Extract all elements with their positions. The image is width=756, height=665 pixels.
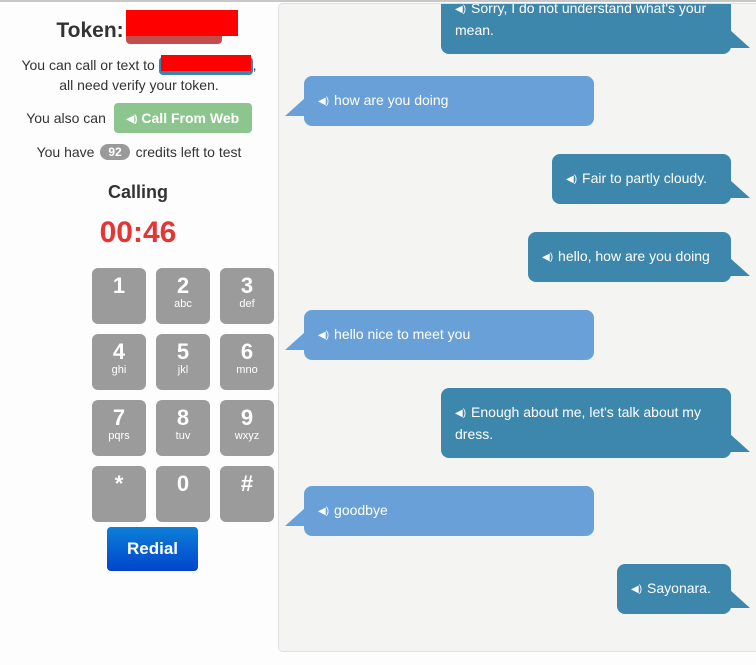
- keypad-key-8[interactable]: 8 tuv: [156, 400, 210, 456]
- speaker-icon[interactable]: ◀): [318, 96, 329, 107]
- message-text: Fair to partly cloudy.: [582, 170, 708, 186]
- bot-message: ◀) Enough about me, let's talk about my d…: [441, 388, 750, 458]
- user-message: ◀) goodbye: [285, 486, 594, 536]
- keypad-key-2[interactable]: 2 abc: [156, 268, 210, 324]
- bubble-tail: [730, 180, 750, 198]
- chat-transcript[interactable]: ◀) Sorry, I do not understand what's your…: [278, 3, 756, 652]
- key-letters: tuv: [175, 430, 191, 442]
- key-letters: ghi: [111, 364, 127, 376]
- credits-row: You have 92 credits left to test: [36, 144, 242, 160]
- bubble-tail: [285, 332, 305, 350]
- key-digit: 9: [240, 405, 254, 430]
- speaker-icon[interactable]: ◀): [542, 252, 553, 263]
- key-letters: mno: [236, 364, 258, 376]
- key-digit: 0: [176, 471, 190, 496]
- keypad-key-7[interactable]: 7 pqrs: [92, 400, 146, 456]
- token-label: Token:: [56, 19, 124, 42]
- key-letters: pqrs: [108, 430, 130, 442]
- call-status: Calling: [107, 182, 168, 202]
- speaker-icon[interactable]: ◀): [631, 584, 642, 595]
- bubble-tail: [285, 98, 305, 116]
- bubble-tail: [730, 590, 750, 608]
- user-message: ◀) how are you doing: [285, 76, 594, 126]
- keypad-key-star[interactable]: *: [92, 466, 146, 522]
- speaker-icon[interactable]: ◀): [455, 408, 466, 419]
- redial-button[interactable]: Redial: [107, 527, 198, 571]
- keypad-key-9[interactable]: 9 wxyz: [220, 400, 274, 456]
- key-letters: abc: [174, 298, 192, 310]
- keypad-key-0[interactable]: 0: [156, 466, 210, 522]
- speaker-icon[interactable]: ◀): [566, 174, 577, 185]
- key-digit: 1: [112, 273, 126, 298]
- keypad-key-hash[interactable]: #: [220, 466, 274, 522]
- keypad-key-1[interactable]: 1: [92, 268, 146, 324]
- bot-message: ◀) hello, how are you doing: [528, 232, 750, 282]
- message-text: Sorry, I do not understand what's your m…: [455, 3, 707, 38]
- bubble-tail: [730, 434, 750, 452]
- key-letters: wxyz: [234, 430, 260, 442]
- key-digit: 4: [112, 339, 126, 364]
- key-digit: 5: [176, 339, 190, 364]
- key-digit: 3: [240, 273, 254, 298]
- bubble-tail: [730, 30, 750, 48]
- phone-number-badge: [158, 55, 253, 76]
- token-badge: [125, 10, 238, 46]
- call-timer: 00:46: [99, 216, 177, 249]
- bot-message: ◀) Fair to partly cloudy.: [552, 154, 750, 204]
- message-text: goodbye: [334, 502, 388, 518]
- redacted-phone: [160, 55, 251, 72]
- speaker-icon[interactable]: ◀): [318, 330, 329, 341]
- message-text: Sayonara.: [647, 580, 711, 596]
- call-panel: Token: You can call or text to , all nee…: [0, 0, 278, 665]
- keypad-key-4[interactable]: 4 ghi: [92, 334, 146, 390]
- key-digit: 8: [176, 405, 190, 430]
- token-row: Token:: [0, 10, 278, 46]
- key-letters: jkl: [177, 364, 189, 376]
- user-message: ◀) hello nice to meet you: [285, 310, 594, 360]
- message-text: Enough about me, let's talk about my dre…: [455, 404, 701, 442]
- call-from-web-button[interactable]: ◀) Call From Web: [113, 103, 252, 133]
- keypad-key-3[interactable]: 3 def: [220, 268, 274, 324]
- speaker-icon[interactable]: ◀): [455, 4, 466, 15]
- key-digit: 6: [240, 339, 254, 364]
- speaker-icon: ◀): [126, 114, 138, 125]
- bubble-tail: [285, 508, 305, 526]
- key-digit: *: [114, 471, 124, 496]
- keypad-key-5[interactable]: 5 jkl: [156, 334, 210, 390]
- key-digit: 2: [176, 273, 190, 298]
- message-text: hello nice to meet you: [334, 326, 471, 342]
- key-letters: def: [239, 298, 255, 310]
- bot-message: ◀) Sayonara.: [617, 564, 750, 614]
- call-from-web-row: You also can ◀) Call From Web: [0, 103, 278, 133]
- key-digit: 7: [112, 405, 126, 430]
- bot-message: ◀) Sorry, I do not understand what's your…: [441, 3, 750, 54]
- call-instructions: You can call or text to , all need verif…: [21, 55, 257, 94]
- message-text: how are you doing: [334, 92, 449, 108]
- speaker-icon[interactable]: ◀): [318, 506, 329, 517]
- bubble-tail: [730, 258, 750, 276]
- keypad-key-6[interactable]: 6 mno: [220, 334, 274, 390]
- message-text: hello, how are you doing: [558, 248, 710, 264]
- credits-badge: 92: [100, 144, 130, 160]
- key-digit: #: [240, 471, 254, 496]
- redacted-token: [125, 10, 238, 36]
